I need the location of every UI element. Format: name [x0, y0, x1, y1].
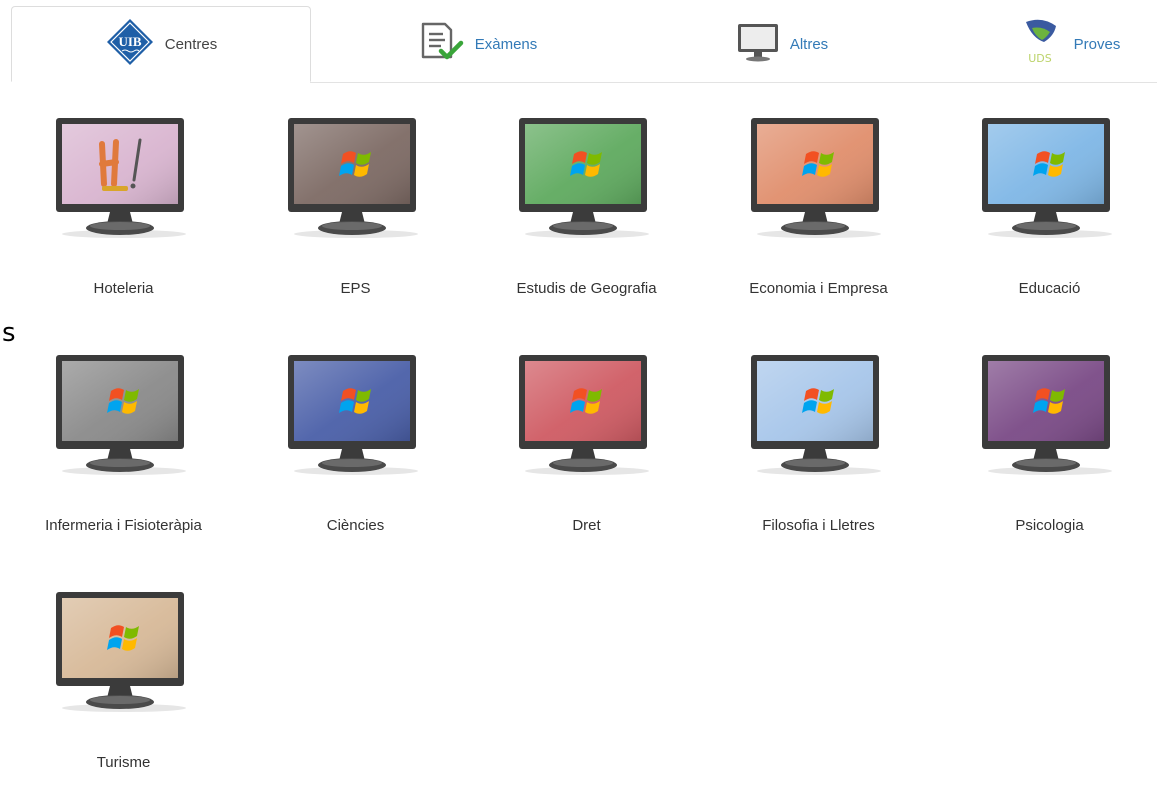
service-tile[interactable]: Estudis de Geografia: [471, 118, 702, 318]
tab-label-centres: Centres: [164, 35, 218, 53]
uds-logo-icon: UDS: [1020, 18, 1064, 70]
monitor-icon: [55, 118, 186, 238]
tab-centres[interactable]: UIB Centres: [11, 6, 311, 82]
monitor-icon: [750, 118, 881, 238]
service-label: Economia i Empresa: [749, 280, 888, 297]
monitor-icon: [55, 355, 186, 475]
service-label: EPS: [340, 280, 371, 297]
monitor-icon: [518, 355, 649, 475]
service-label: Turisme: [96, 754, 151, 771]
service-label: Dret: [572, 517, 601, 534]
service-label: Ciències: [326, 517, 385, 534]
monitor-icon: [518, 118, 649, 238]
service-tile[interactable]: Turisme: [8, 592, 239, 792]
monitor-icon: [981, 355, 1112, 475]
tab-examens[interactable]: Exàmens: [398, 6, 558, 82]
tab-divider: [310, 82, 1157, 83]
service-tile[interactable]: Ciències: [240, 355, 471, 555]
monitor-icon: [287, 118, 418, 238]
service-label: Psicologia: [1015, 517, 1084, 534]
service-label: Hoteleria: [93, 280, 154, 297]
svg-text:UIB: UIB: [118, 34, 141, 49]
monitor-icon: [55, 592, 186, 712]
uib-logo-icon: UIB: [105, 17, 155, 71]
service-label: Educació: [1018, 280, 1081, 297]
service-tile[interactable]: Filosofia i Lletres: [703, 355, 934, 555]
service-tile[interactable]: Hoteleria: [8, 118, 239, 318]
checklist-icon: [419, 21, 465, 67]
service-tile[interactable]: EPS: [240, 118, 471, 318]
tab-altres[interactable]: Altres: [712, 6, 852, 82]
service-tile[interactable]: Economia i Empresa: [703, 118, 934, 318]
service-tile[interactable]: Psicologia: [934, 355, 1157, 555]
monitor-icon: [981, 118, 1112, 238]
tab-label-examens: Exàmens: [474, 35, 538, 53]
service-tile[interactable]: Dret: [471, 355, 702, 555]
tab-bar: UIB Centres Exàmens Altres UDS Proves: [0, 0, 1157, 90]
monitor-icon: [287, 355, 418, 475]
tab-label-altres: Altres: [789, 35, 829, 53]
service-tile[interactable]: Educació: [934, 118, 1157, 318]
monitor-icon: [750, 355, 881, 475]
tab-proves[interactable]: UDS Proves: [1000, 6, 1140, 82]
service-label: Estudis de Geografia: [516, 280, 657, 297]
service-label: Infermeria i Fisioteràpia: [45, 517, 202, 534]
service-label: Filosofia i Lletres: [762, 517, 875, 534]
stray-text: s: [2, 318, 16, 348]
svg-text:UDS: UDS: [1028, 52, 1052, 65]
service-tile[interactable]: Infermeria i Fisioteràpia: [8, 355, 239, 555]
monitor-icon: [736, 21, 780, 67]
tab-label-proves: Proves: [1073, 35, 1121, 53]
